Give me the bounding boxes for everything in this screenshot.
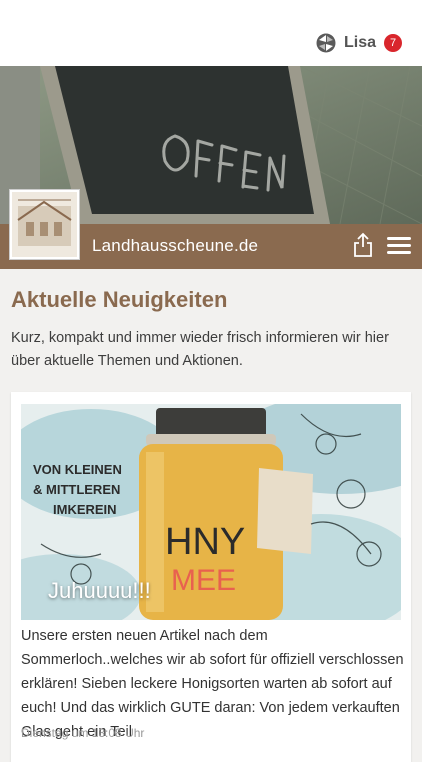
news-card-date: Dienstag um 13:08 Uhr [21, 726, 145, 740]
site-title[interactable]: Landhausscheune.de [92, 236, 258, 256]
news-card[interactable]: VON KLEINEN & MITTLEREN IMKEREIN HNY MEE… [11, 392, 411, 762]
news-card-image[interactable]: VON KLEINEN & MITTLEREN IMKEREIN HNY MEE… [21, 404, 401, 620]
image-headline-1: VON KLEINEN [33, 462, 122, 477]
section-description: Kurz, kompakt und immer wieder frisch in… [11, 330, 389, 369]
top-bar: Lisa 7 [0, 0, 422, 66]
hamburger-menu-icon[interactable] [387, 237, 411, 255]
app-logo-icon [316, 33, 336, 53]
image-headline-2: & MITTLEREN [33, 482, 120, 497]
section-title: Aktuelle Neuigkeiten [11, 287, 228, 312]
share-icon[interactable] [352, 232, 374, 258]
site-logo-thumbnail[interactable] [10, 190, 79, 259]
image-headline-3: IMKEREIN [53, 502, 117, 517]
jar-label-2: MEE [171, 564, 236, 597]
user-name[interactable]: Lisa [344, 34, 376, 52]
notification-badge[interactable]: 7 [384, 34, 402, 52]
news-card-caption[interactable]: Juhuuuu!!! [48, 578, 151, 604]
jar-label-1: HNY [165, 521, 245, 563]
user-account[interactable]: Lisa 7 [316, 33, 402, 53]
